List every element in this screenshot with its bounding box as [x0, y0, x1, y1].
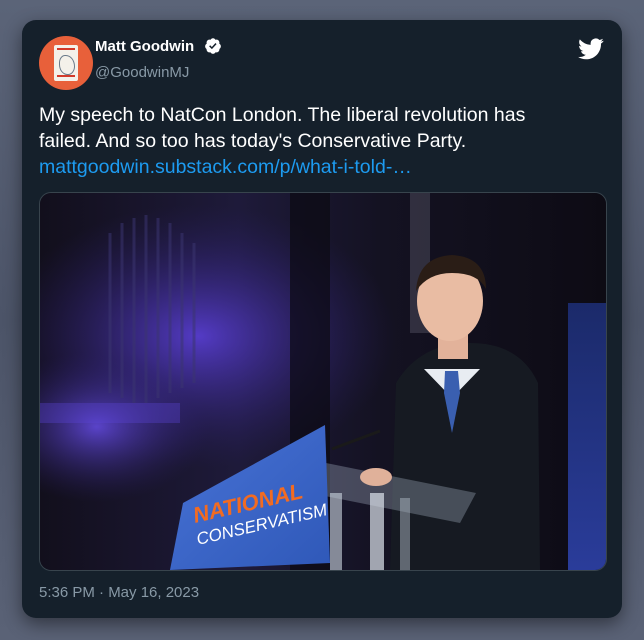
speech-photo: NATIONAL CONSERVATISM	[40, 193, 606, 570]
tweet-card[interactable]: Matt Goodwin @GoodwinMJ My speech to Nat…	[22, 20, 622, 618]
avatar-book-cover	[54, 45, 78, 81]
tweet-link[interactable]: mattgoodwin.substack.com/p/what-i-told-…	[39, 154, 412, 180]
twitter-bird-icon[interactable]	[578, 38, 604, 60]
author-handle[interactable]: @GoodwinMJ	[95, 64, 189, 81]
author-name[interactable]: Matt Goodwin	[95, 38, 194, 55]
verified-badge-icon	[205, 38, 221, 54]
avatar[interactable]	[39, 36, 93, 90]
tweet-photo[interactable]: NATIONAL CONSERVATISM	[39, 192, 607, 571]
tweet-text: My speech to NatCon London. The liberal …	[39, 102, 609, 154]
tweet-text-line: My speech to NatCon London. The liberal …	[39, 104, 526, 126]
tweet-timestamp[interactable]: 5:36 PM · May 16, 2023	[39, 584, 199, 601]
tweet-text-line: failed. And so too has today's Conservat…	[39, 130, 467, 152]
